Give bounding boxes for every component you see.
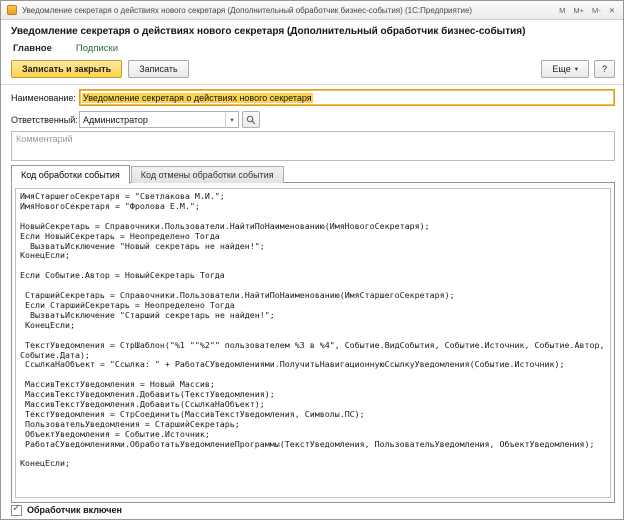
scale-decrease-button[interactable]: М-	[592, 6, 601, 15]
responsible-value: Администратор	[80, 112, 225, 127]
command-bar-separator	[1, 84, 623, 85]
nav-item-glavnoe[interactable]: Главное	[13, 43, 52, 54]
code-tabs: Код обработки события Код отмены обработ…	[11, 164, 284, 183]
nav-item-podpiski[interactable]: Подписки	[76, 43, 118, 54]
chevron-down-icon: ▾	[575, 65, 578, 73]
check-icon: ✓	[12, 504, 20, 514]
command-bar: Записать и закрыть Записать Еще ▾ ?	[11, 59, 615, 79]
footer-row: ✓ Обработчик включен	[11, 504, 122, 516]
name-field-label: Наименование:	[11, 93, 79, 103]
form-navigation: Главное Подписки	[13, 43, 118, 54]
code-editor[interactable]: ИмяСтаршегоСекретаря = "Светлакова М.И."…	[15, 188, 611, 498]
code-editor-text: ИмяСтаршегоСекретаря = "Светлакова М.И."…	[16, 189, 610, 469]
responsible-field-label: Ответственный:	[11, 115, 79, 125]
save-button[interactable]: Записать	[128, 60, 188, 78]
handler-enabled-label[interactable]: Обработчик включен	[27, 505, 122, 515]
tab-code-cancel[interactable]: Код отмены обработки события	[131, 166, 284, 183]
command-bar-right: Еще ▾ ?	[541, 60, 615, 78]
combo-dropdown-icon[interactable]: ▾	[225, 112, 238, 127]
responsible-field-row: Ответственный: Администратор ▾	[11, 111, 260, 128]
window-controls: М М+ М- ✕	[559, 6, 617, 15]
handler-enabled-checkbox[interactable]: ✓	[11, 505, 22, 516]
responsible-combobox[interactable]: Администратор ▾	[79, 111, 239, 128]
window-title: Уведомление секретаря о действиях нового…	[22, 6, 554, 15]
scale-increase-button[interactable]: М+	[573, 6, 584, 15]
tab-code-processing[interactable]: Код обработки события	[11, 165, 130, 184]
app-window: Уведомление секретаря о действиях нового…	[0, 0, 624, 520]
close-icon[interactable]: ✕	[609, 6, 615, 15]
name-input[interactable]: Уведомление секретаря о действиях нового…	[79, 89, 615, 106]
responsible-open-button[interactable]	[242, 111, 260, 128]
more-button[interactable]: Еще ▾	[541, 60, 589, 78]
help-button[interactable]: ?	[594, 60, 615, 78]
1c-app-icon	[7, 5, 17, 15]
magnifier-icon	[246, 115, 256, 125]
name-input-selected-text: Уведомление секретаря о действиях нового…	[82, 93, 313, 103]
name-field-row: Наименование: Уведомление секретаря о де…	[11, 89, 615, 106]
save-and-close-button[interactable]: Записать и закрыть	[11, 60, 122, 78]
code-tab-panel: ИмяСтаршегоСекретаря = "Светлакова М.И."…	[11, 182, 615, 503]
comment-input[interactable]: Комментарий	[11, 131, 615, 161]
title-bar: Уведомление секретаря о действиях нового…	[1, 1, 623, 20]
more-button-label: Еще	[552, 64, 570, 74]
page-title: Уведомление секретаря о действиях нового…	[11, 26, 525, 37]
scale-reset-button[interactable]: М	[559, 6, 565, 15]
